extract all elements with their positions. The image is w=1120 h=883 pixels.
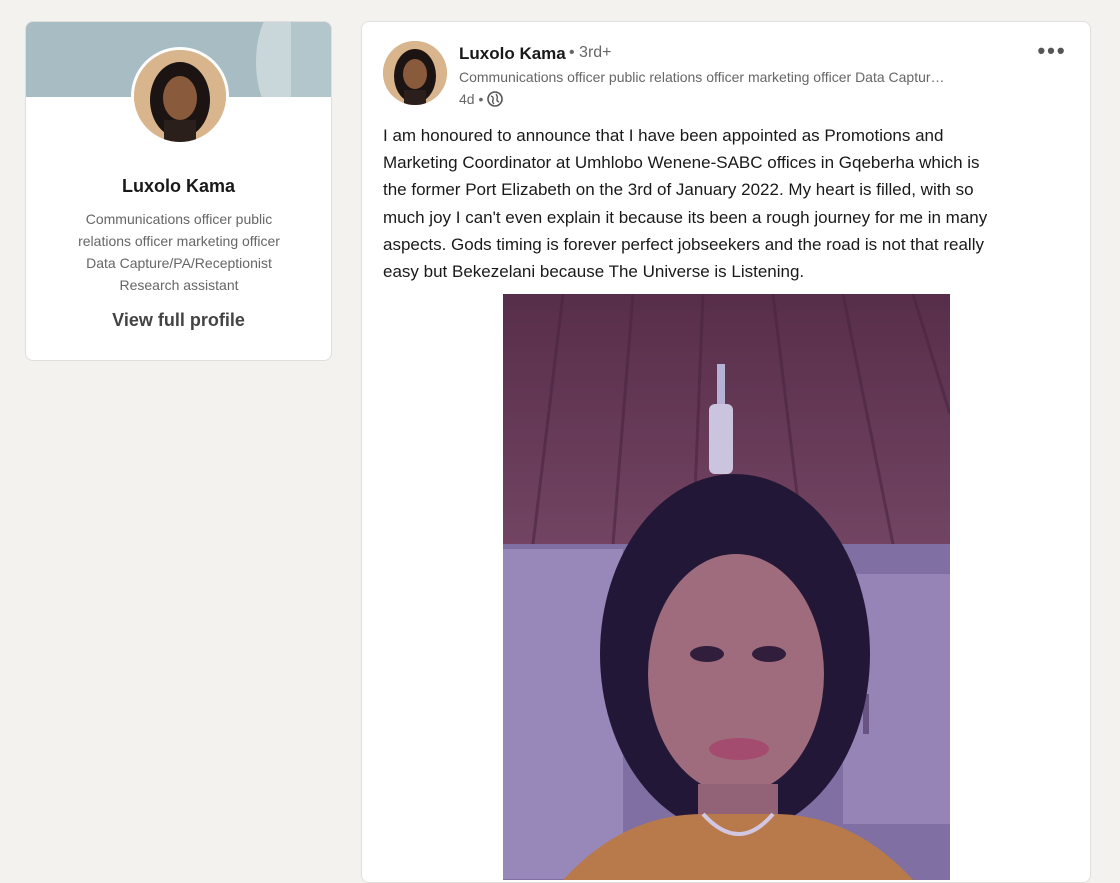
author-avatar[interactable]: [383, 41, 447, 105]
globe-icon: [487, 91, 504, 107]
post-image[interactable]: [503, 294, 950, 880]
profile-card: Luxolo Kama Communications officer publi…: [25, 21, 332, 361]
post-text: I am honoured to announce that I have be…: [383, 126, 988, 282]
profile-name[interactable]: Luxolo Kama: [26, 176, 331, 197]
post-meta: 4d •: [459, 91, 504, 107]
post-card: Luxolo Kama • 3rd+ Communications office…: [361, 21, 1091, 883]
view-full-profile-link[interactable]: View full profile: [26, 310, 331, 331]
post-time: 4d •: [459, 91, 484, 107]
profile-headline: Communications officer public relations …: [78, 211, 280, 293]
post-author-headline: Communications officer public relations …: [459, 69, 945, 85]
post-author-name[interactable]: Luxolo Kama: [459, 44, 566, 64]
connection-degree: • 3rd+: [569, 44, 612, 61]
profile-avatar[interactable]: [131, 47, 229, 145]
more-options-button[interactable]: •••: [1032, 38, 1072, 68]
